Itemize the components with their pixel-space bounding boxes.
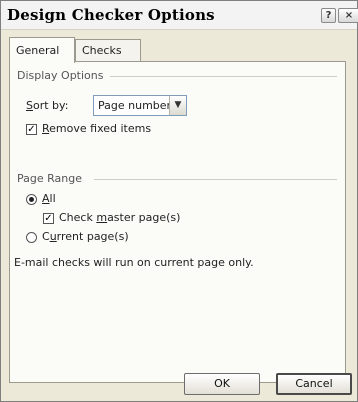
tab-checks[interactable]: Checks <box>75 39 141 61</box>
checkmark-icon: ✓ <box>44 213 53 224</box>
check-master-label-underlined: m <box>96 211 108 224</box>
display-options-title: Display Options <box>17 69 104 82</box>
check-master-pages-checkbox[interactable]: ✓ <box>43 213 54 224</box>
email-checks-note: E-mail checks will run on current page o… <box>14 256 254 269</box>
remove-fixed-label-rest: emove fixed items <box>49 122 152 135</box>
current-page-radio[interactable] <box>26 232 37 243</box>
title-bar: Design Checker Options ? × <box>1 1 358 30</box>
checkmark-icon: ✓ <box>27 124 36 135</box>
general-tab-panel: Display Options Sort by: Page number ▼ ✓… <box>9 61 346 383</box>
current-label-underlined: u <box>49 230 57 243</box>
page-range-divider <box>94 179 337 180</box>
sort-by-selected-value: Page number <box>98 99 172 112</box>
check-master-pages-label[interactable]: Check master page(s) <box>59 211 180 224</box>
remove-fixed-items-checkbox[interactable]: ✓ <box>26 124 37 135</box>
radio-selected-dot <box>29 197 34 202</box>
page-range-title: Page Range <box>17 172 82 185</box>
cancel-button[interactable]: Cancel <box>276 373 352 395</box>
tab-general[interactable]: General <box>9 37 75 63</box>
design-checker-options-dialog: Design Checker Options ? × General Check… <box>0 0 358 402</box>
sort-by-label: Sort by: <box>26 99 68 112</box>
check-master-label-rest: aster page(s) <box>107 211 181 224</box>
remove-fixed-items-label[interactable]: Remove fixed items <box>42 122 151 135</box>
window-title: Design Checker Options <box>7 6 215 24</box>
all-pages-radio[interactable] <box>26 194 37 205</box>
sort-by-label-underlined: S <box>26 99 33 112</box>
current-page-label[interactable]: Current page(s) <box>42 230 129 243</box>
all-pages-label[interactable]: All <box>42 192 56 205</box>
current-label-rest: rrent page(s) <box>56 230 129 243</box>
close-icon[interactable]: × <box>338 8 358 23</box>
sort-by-select[interactable]: Page number ▼ <box>93 95 187 116</box>
all-label-rest: ll <box>49 192 56 205</box>
check-master-label-prefix: Check <box>59 211 97 224</box>
current-label-prefix: C <box>42 230 50 243</box>
all-label-underlined: A <box>42 192 50 205</box>
ok-button[interactable]: OK <box>184 373 260 395</box>
chevron-down-icon[interactable]: ▼ <box>169 96 186 115</box>
display-options-divider <box>110 76 337 77</box>
help-icon[interactable]: ? <box>321 8 336 23</box>
sort-by-label-rest: ort by: <box>32 99 69 112</box>
